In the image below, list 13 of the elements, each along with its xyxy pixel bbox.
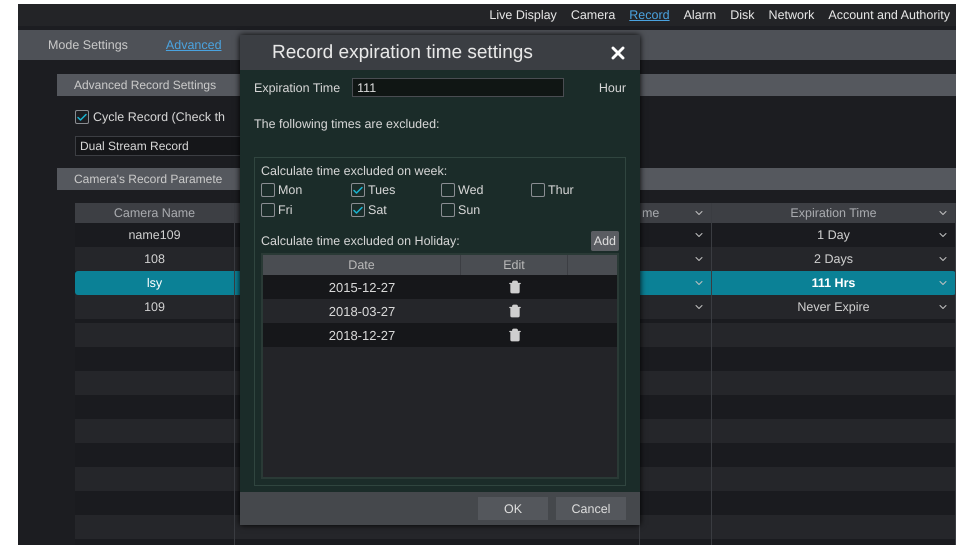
day-label: Fri [278,203,293,217]
unit-label: Hour [598,80,626,94]
date-cell-text: 2015-12-27 [328,280,396,294]
table-cell: 109 [75,295,235,319]
day-label: Sun [458,203,480,217]
date-cell-text: 2018-12-27 [328,328,396,342]
field-label: Expiration Time [254,80,340,94]
holiday-heading: Calculate time excluded on Holiday: [261,234,460,248]
checkbox-label: Cycle Record (Check th [93,110,225,124]
excluded-note: The following times are excluded: [254,117,441,131]
day-label: Sat [368,203,387,217]
date-cell-text: 2018-03-27 [328,304,396,318]
dialog-title: Record expiration time settings [272,42,533,64]
